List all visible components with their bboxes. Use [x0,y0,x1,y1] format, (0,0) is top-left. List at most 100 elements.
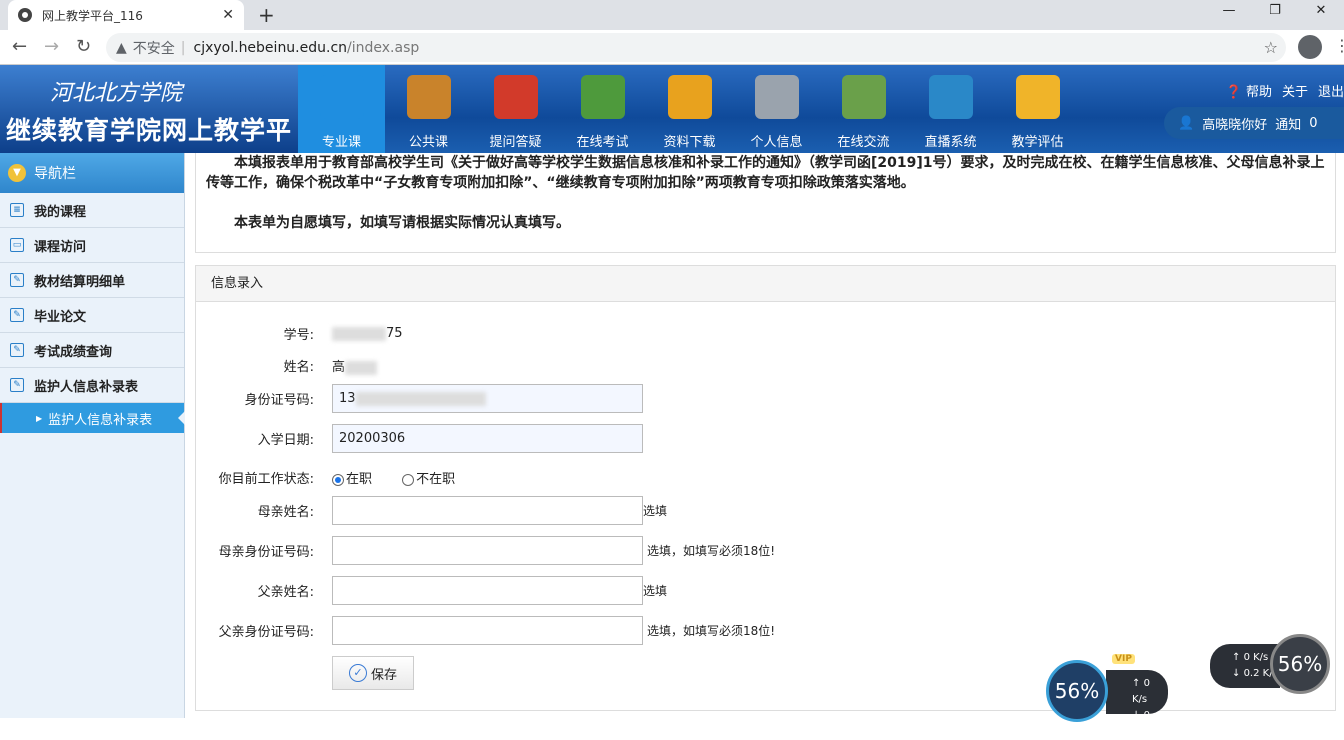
sidebar-item-thesis[interactable]: ✎ 毕业论文 [0,298,184,333]
url-bar[interactable]: ▲ 不安全 | cjxyol.hebeinu.edu.cn /index.asp… [106,33,1286,62]
nav-item-4[interactable]: 资料下载 [646,65,733,153]
father-name-hint: 选填 [643,584,668,598]
user-icon: 👤 [1178,115,1195,131]
sidebar-item-guardian-form[interactable]: ✎ 监护人信息补录表 [0,368,184,403]
new-tab-button[interactable]: + [258,3,275,27]
nav-icon [754,75,799,119]
sidebar-item-textbook-bill[interactable]: ✎ 教材结算明细单 [0,263,184,298]
browser-tab-strip: 网上教学平台_116 ✕ + — ❐ ✕ [0,0,1344,30]
globe-icon [18,8,32,22]
bookmark-star-icon[interactable]: ☆ [1264,38,1278,57]
url-host: cjxyol.hebeinu.edu.cn [193,39,348,56]
mother-name-hint: 选填 [643,504,668,518]
nav-icon [667,75,712,119]
father-id-label: 父亲身份证号码: [218,625,314,640]
radio-unemployed-label: 不在职 [416,472,456,487]
father-name-input[interactable] [332,576,643,605]
logout-link[interactable]: 退出 [1318,81,1344,100]
network-speed-widget-2[interactable]: ↑ 0 K/s ↓ 0.2 K/s 56% [1210,634,1334,694]
radio-employed[interactable] [332,473,344,486]
back-arrow-icon[interactable]: ← [12,36,27,57]
nav-item-5[interactable]: 个人信息 [733,65,820,153]
user-bar: 👤 高晓晓你好 通知 0 [1164,107,1344,139]
minimize-button[interactable]: — [1206,0,1252,30]
list-icon: ≡ [10,203,24,217]
nav-label: 教学评估 [1011,135,1064,150]
university-name: 河北北方学院 [50,81,183,106]
sidebar-header[interactable]: ▼ 导航栏 [0,153,184,193]
nav-label: 在线交流 [837,135,890,150]
nav-label: 直播系统 [924,135,977,150]
father-name-row: 父亲姓名: 选填 [196,576,667,605]
mother-name-input[interactable] [332,496,643,525]
nav-item-6[interactable]: 在线交流 [820,65,907,153]
nav-item-3[interactable]: 在线考试 [559,65,646,153]
nav-icon [406,75,451,119]
mother-name-label: 母亲姓名: [257,505,314,520]
id-card-label: 身份证号码: [244,393,314,408]
profile-avatar-icon[interactable] [1298,35,1322,59]
url-separator: | [180,39,186,56]
nav-label: 个人信息 [750,135,803,150]
mother-id-label: 母亲身份证号码: [218,545,314,560]
nav-item-7[interactable]: 直播系统 [907,65,994,153]
nav-item-0[interactable]: 专业课 [298,65,385,153]
save-button[interactable]: ✓ 保存 [332,656,414,690]
close-window-button[interactable]: ✕ [1298,0,1344,30]
site-logo: 河北北方学院 继续教育学院网上教学平台 [0,65,298,181]
sidebar-title: 导航栏 [34,166,76,182]
nav-item-2[interactable]: 提问答疑 [472,65,559,153]
download-speed: ↓ 0 K/s [1132,710,1150,737]
father-name-label: 父亲姓名: [257,585,314,600]
sidebar-item-course-visit[interactable]: ▭ 课程访问 [0,228,184,263]
id-card-row: 身份证号码: 13 [196,384,643,413]
nav-item-8[interactable]: 教学评估 [994,65,1081,153]
help-link[interactable]: ❓ 帮助 [1226,81,1272,100]
sidebar-subitem-guardian-form[interactable]: ▶ 监护人信息补录表 [0,403,185,433]
network-speed-widget[interactable]: ↑ 0 K/s ↓ 0 K/s 56% VIP [1046,654,1170,737]
notice-count: 0 [1309,115,1318,131]
student-id-label: 学号: [283,328,314,343]
radio-unemployed[interactable] [402,473,415,486]
main-content: 本填报表单用于教育部高校学生司《关于做好高等学校学生数据信息核准和补录工作的通知… [195,153,1336,711]
notice-paragraph-1: 本填报表单用于教育部高校学生司《关于做好高等学校学生数据信息核准和补录工作的通知… [206,155,1325,191]
notice-link[interactable]: 通知 [1275,114,1301,133]
nav-icon [580,75,625,119]
speed-panel: ↑ 0 K/s ↓ 0 K/s [1106,670,1168,737]
tab-close-icon[interactable]: ✕ [222,7,234,23]
edit-icon: ✎ [10,273,24,287]
edit-icon: ✎ [10,308,24,322]
nav-label: 在线考试 [576,135,629,150]
enroll-date-input[interactable]: 20200306 [332,424,643,453]
nav-icon [319,75,364,119]
father-id-hint: 选填，如填写必须18位! [647,624,776,638]
main-nav: 专业课 公共课 提问答疑 在线考试 资料下载 个人信息 在线交流 直播系统 教学评估 [298,65,1081,153]
caret-right-icon: ▶ [36,413,43,423]
chevron-down-icon: ▼ [8,164,26,182]
nav-label: 专业课 [321,135,361,150]
work-status-label: 你目前工作状态: [218,472,314,487]
sidebar-item-exam-scores[interactable]: ✎ 考试成绩查询 [0,333,184,368]
work-status-row: 你目前工作状态: 在职 不在职 [196,468,456,487]
nav-label: 提问答疑 [489,135,542,150]
mother-id-input[interactable] [332,536,643,565]
chat-icon: ▭ [10,238,24,252]
reload-icon[interactable]: ↻ [76,36,91,57]
browser-tab[interactable]: 网上教学平台_116 ✕ [8,0,244,30]
id-card-input[interactable]: 13 [332,384,643,413]
address-bar-area: ← → ↻ ▲ 不安全 | cjxyol.hebeinu.edu.cn /ind… [0,30,1344,65]
nav-icon [841,75,886,119]
nav-item-1[interactable]: 公共课 [385,65,472,153]
restore-button[interactable]: ❐ [1252,0,1298,30]
mother-id-hint: 选填，如填写必须18位! [647,544,776,558]
mother-id-row: 母亲身份证号码: 选填，如填写必须18位! [196,536,775,565]
nav-label: 资料下载 [663,135,716,150]
info-entry-panel: 信息录入 学号: 75 姓名: 高 身份证号码: 13 入学日期: 202003… [195,265,1336,711]
site-header: 河北北方学院 继续教育学院网上教学平台 专业课 公共课 提问答疑 在线考试 资料下载 个人… [0,65,1344,181]
sidebar-item-my-courses[interactable]: ≡ 我的课程 [0,193,184,228]
sidebar: ▼ 导航栏 ≡ 我的课程 ▭ 课程访问 ✎ 教材结算明细单 ✎ 毕业论文 ✎ 考试成绩查询… [0,153,185,718]
about-link[interactable]: 关于 [1282,81,1308,100]
menu-kebab-icon[interactable]: ⋮ [1334,36,1344,55]
forward-arrow-icon[interactable]: → [44,36,59,57]
father-id-input[interactable] [332,616,643,645]
